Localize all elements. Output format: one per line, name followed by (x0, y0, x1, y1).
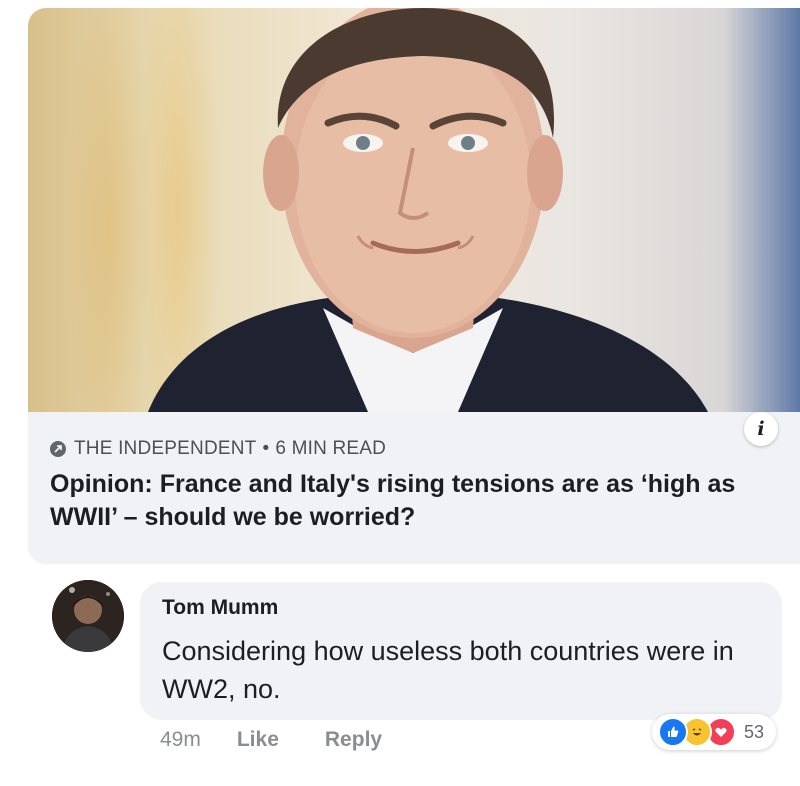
article-meta[interactable]: i THE INDEPENDENT • 6 MIN READ Opinion: … (28, 412, 800, 564)
article-source-row: THE INDEPENDENT • 6 MIN READ (50, 438, 386, 460)
like-button[interactable]: Like (237, 728, 279, 752)
link-icon (50, 441, 66, 457)
article-headline[interactable]: Opinion: France and Italy's rising tensi… (50, 468, 790, 534)
article-photo[interactable] (28, 8, 800, 412)
comment-text: Considering how useless both countries w… (162, 636, 734, 704)
separator-dot: • (262, 438, 270, 459)
info-icon[interactable]: i (744, 412, 778, 446)
comment-bubble: Tom Mumm Considering how useless both co… (140, 582, 782, 720)
reply-button[interactable]: Reply (325, 728, 382, 752)
like-icon (658, 717, 688, 747)
link-preview-card[interactable]: i THE INDEPENDENT • 6 MIN READ Opinion: … (28, 8, 800, 564)
reaction-count: 53 (744, 721, 765, 742)
article-source: THE INDEPENDENT (74, 438, 257, 459)
avatar-illustration (52, 580, 124, 652)
comment-timestamp[interactable]: 49m (160, 728, 201, 752)
read-time: 6 MIN READ (275, 438, 387, 459)
portrait-illustration (148, 8, 708, 412)
comment-actions: 49m Like Reply (160, 728, 428, 752)
reaction-summary[interactable]: 53 (652, 714, 776, 750)
comment-author[interactable]: Tom Mumm (162, 596, 278, 620)
commenter-avatar[interactable] (52, 580, 124, 652)
